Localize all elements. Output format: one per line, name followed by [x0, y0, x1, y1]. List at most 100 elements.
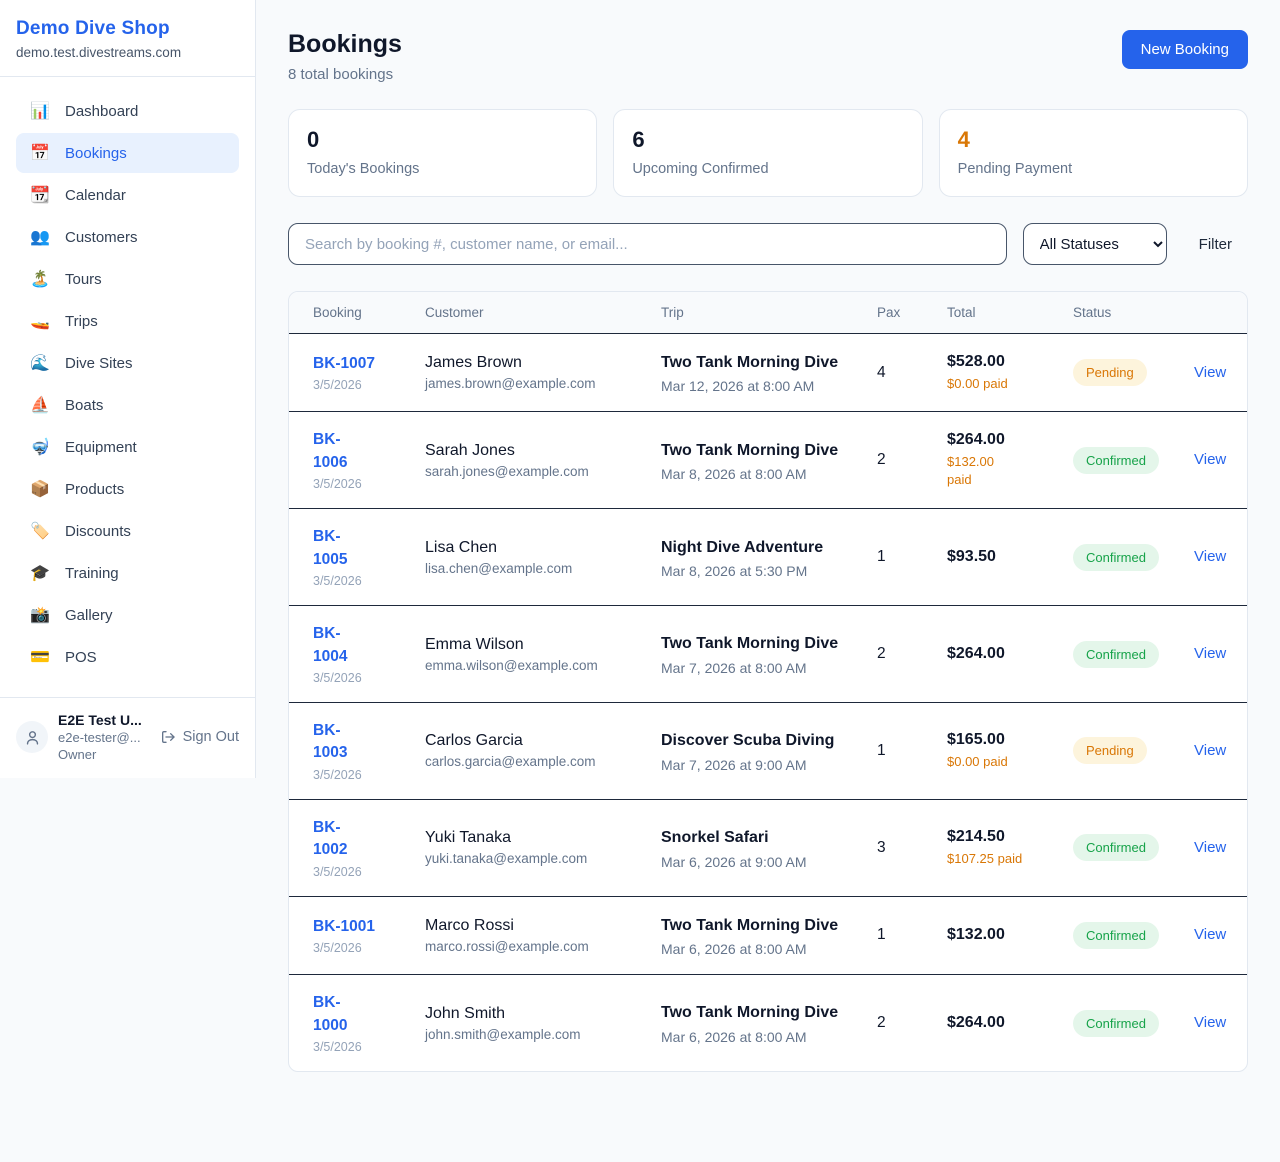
- total-cell: $165.00 $0.00 paid: [947, 731, 1073, 771]
- sailboat-icon: ⛵: [30, 395, 50, 415]
- paid-amount: $0.00 paid: [947, 753, 1073, 771]
- sidebar-item-label: Discounts: [65, 523, 131, 540]
- column-header-customer: Customer: [425, 292, 661, 333]
- column-header-booking: Booking: [313, 292, 425, 333]
- status-badge: Confirmed: [1073, 641, 1159, 668]
- status-select[interactable]: All Statuses: [1023, 223, 1167, 265]
- sign-out-button[interactable]: Sign Out: [160, 729, 239, 745]
- trip-cell: Two Tank Morning Dive Mar 8, 2026 at 8:00…: [661, 439, 877, 482]
- booking-cell: BK-10053/5/2026: [313, 526, 425, 588]
- status-cell: Confirmed: [1073, 922, 1194, 949]
- bookings-table: BookingCustomerTripPaxTotalStatus BK-100…: [288, 291, 1248, 1072]
- pax-count: 3: [877, 839, 947, 857]
- status-badge: Confirmed: [1073, 1010, 1159, 1037]
- sidebar-item-dive-sites[interactable]: 🌊Dive Sites: [16, 343, 239, 383]
- sidebar-item-calendar[interactable]: 📆Calendar: [16, 175, 239, 215]
- customer-email: lisa.chen@example.com: [425, 561, 661, 576]
- view-link[interactable]: View: [1194, 645, 1226, 662]
- sidebar-item-training[interactable]: 🎓Training: [16, 553, 239, 593]
- view-link[interactable]: View: [1194, 451, 1226, 468]
- stat-value: 4: [958, 127, 1229, 153]
- booking-cell: BK-10043/5/2026: [313, 623, 425, 685]
- sidebar-item-gallery[interactable]: 📸Gallery: [16, 595, 239, 635]
- sidebar-item-label: Boats: [65, 397, 103, 414]
- booking-id-link[interactable]: BK-1004: [313, 623, 363, 668]
- total-cell: $264.00: [947, 645, 1073, 663]
- view-cell: View: [1194, 742, 1229, 760]
- customer-cell: John Smithjohn.smith@example.com: [425, 1005, 661, 1042]
- booking-id-link[interactable]: BK-1003: [313, 720, 363, 765]
- sidebar-item-dashboard[interactable]: 📊Dashboard: [16, 91, 239, 131]
- camera-icon: 📸: [30, 605, 50, 625]
- table-row: BK-10073/5/2026James Brownjames.brown@ex…: [289, 334, 1247, 412]
- tear-off-calendar-icon: 📆: [30, 185, 50, 205]
- trip-name: Two Tank Morning Dive: [661, 439, 846, 462]
- view-link[interactable]: View: [1194, 1014, 1226, 1031]
- booking-id-link[interactable]: BK-1001: [313, 918, 375, 935]
- sidebar-item-equipment[interactable]: 🤿Equipment: [16, 427, 239, 467]
- trip-cell: Night Dive AdventureMar 8, 2026 at 5:30 …: [661, 536, 877, 579]
- customer-name: Carlos Garcia: [425, 732, 661, 750]
- user-footer: E2E Test U... e2e-tester@... Owner Sign …: [0, 697, 255, 778]
- view-cell: View: [1194, 1014, 1229, 1032]
- booking-id-link[interactable]: BK-1006: [313, 429, 363, 474]
- status-cell: Confirmed: [1073, 1010, 1194, 1037]
- booking-id-link[interactable]: BK-1005: [313, 526, 363, 571]
- view-link[interactable]: View: [1194, 839, 1226, 856]
- sidebar-item-label: Tours: [65, 271, 102, 288]
- booking-cell: BK-10063/5/2026: [313, 429, 425, 491]
- status-cell: Confirmed: [1073, 834, 1194, 861]
- sidebar-item-pos[interactable]: 💳 POS: [16, 637, 239, 677]
- page-subtitle: 8 total bookings: [288, 66, 402, 83]
- credit-card-icon: 💳: [30, 647, 50, 667]
- trip-datetime: Mar 8, 2026 at 8:00 AM: [661, 466, 877, 482]
- booking-id-link[interactable]: BK-1002: [313, 817, 363, 862]
- pax-count: 2: [877, 1014, 947, 1032]
- new-booking-button[interactable]: New Booking: [1122, 30, 1248, 69]
- customer-email: james.brown@example.com: [425, 376, 661, 391]
- booking-id-link[interactable]: BK-1000: [313, 992, 363, 1037]
- table-row: BK-10033/5/2026Carlos Garciacarlos.garci…: [289, 703, 1247, 800]
- booking-date: 3/5/2026: [313, 1040, 425, 1054]
- filter-row: All Statuses Filter: [288, 223, 1248, 265]
- view-link[interactable]: View: [1194, 742, 1226, 759]
- trip-name: Two Tank Morning Dive: [661, 914, 846, 937]
- sidebar-item-bookings[interactable]: 📅Bookings: [16, 133, 239, 173]
- status-cell: Confirmed: [1073, 641, 1194, 668]
- customer-cell: Sarah Jonessarah.jones@example.com: [425, 442, 661, 479]
- sign-out-label: Sign Out: [183, 729, 239, 745]
- speedboat-icon: 🚤: [30, 311, 50, 331]
- pax-count: 4: [877, 364, 947, 382]
- paid-amount: $0.00 paid: [947, 375, 1073, 393]
- total-amount: $165.00: [947, 731, 1073, 749]
- sidebar-item-customers[interactable]: 👥Customers: [16, 217, 239, 257]
- customer-email: emma.wilson@example.com: [425, 658, 661, 673]
- total-amount: $214.50: [947, 828, 1073, 846]
- total-amount: $264.00: [947, 645, 1073, 663]
- view-link[interactable]: View: [1194, 364, 1226, 381]
- column-header-actions: [1194, 300, 1229, 326]
- sidebar-item-discounts[interactable]: 🏷️Discounts: [16, 511, 239, 551]
- sidebar-item-boats[interactable]: ⛵ Boats: [16, 385, 239, 425]
- shop-domain: demo.test.divestreams.com: [16, 45, 239, 60]
- sidebar-item-trips[interactable]: 🚤Trips: [16, 301, 239, 341]
- trip-name: Snorkel Safari: [661, 826, 846, 849]
- booking-id-link[interactable]: BK-1007: [313, 355, 375, 372]
- stat-label: Today's Bookings: [307, 161, 578, 177]
- graduation-cap-icon: 🎓: [30, 563, 50, 583]
- sidebar-item-products[interactable]: 📦Products: [16, 469, 239, 509]
- page-header-text: Bookings 8 total bookings: [288, 30, 402, 83]
- sidebar-item-label: POS: [65, 649, 97, 666]
- search-input[interactable]: [288, 223, 1007, 265]
- table-row: BK-10013/5/2026Marco Rossimarco.rossi@ex…: [289, 897, 1247, 975]
- filter-button[interactable]: Filter: [1183, 236, 1248, 253]
- stat-value: 6: [632, 127, 903, 153]
- user-email: e2e-tester@...: [58, 730, 150, 745]
- view-cell: View: [1194, 926, 1229, 944]
- island-icon: 🏝️: [30, 269, 50, 289]
- booking-date: 3/5/2026: [313, 378, 425, 392]
- sidebar-item-tours[interactable]: 🏝️ Tours: [16, 259, 239, 299]
- view-link[interactable]: View: [1194, 926, 1226, 943]
- sidebar-item-label: Products: [65, 481, 124, 498]
- view-link[interactable]: View: [1194, 548, 1226, 565]
